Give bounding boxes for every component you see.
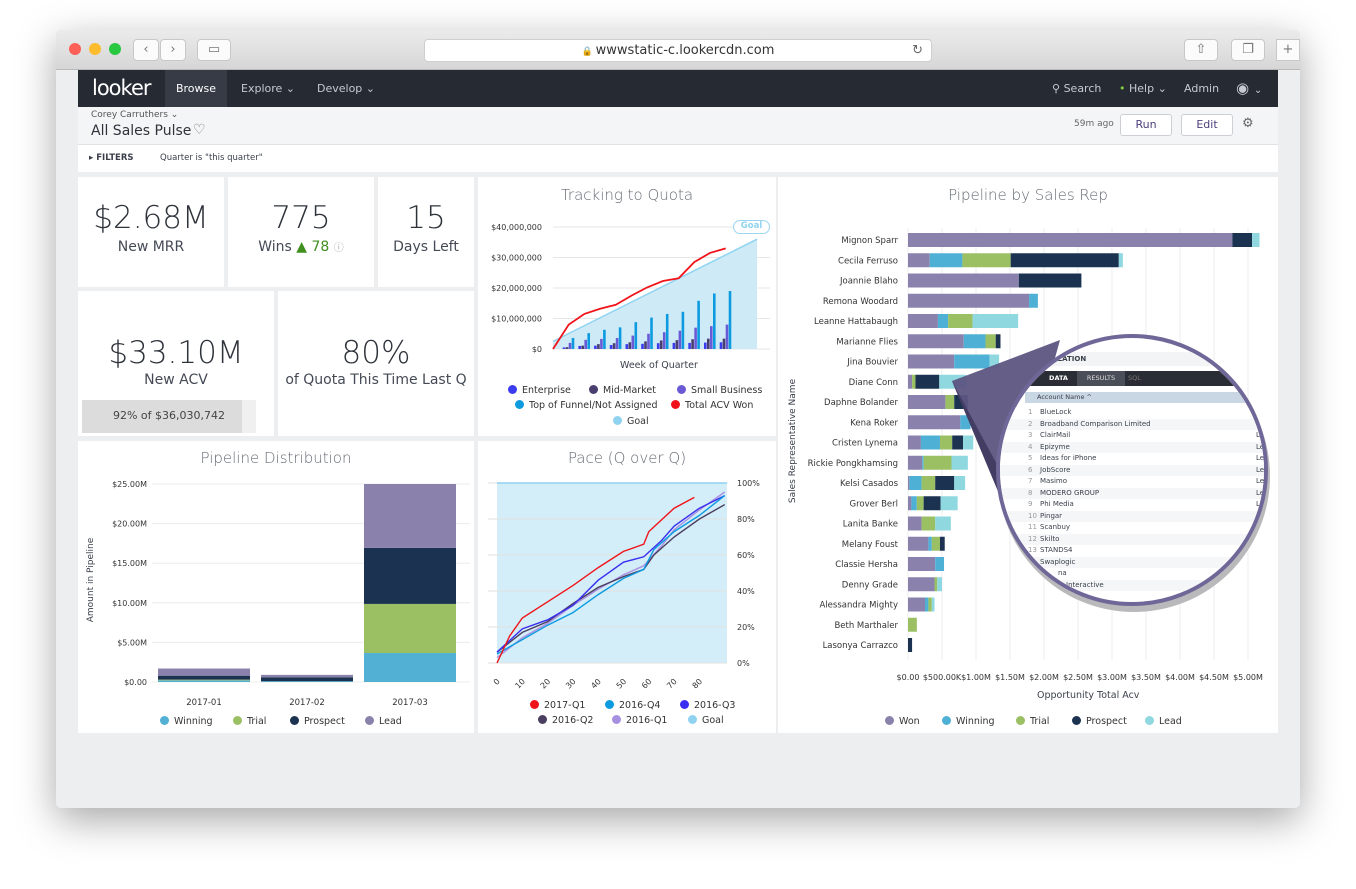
row-number: 9 — [1028, 500, 1033, 508]
table-row[interactable]: 10PingarLead — [1000, 510, 1264, 523]
account-name[interactable]: Scanbuy — [1040, 522, 1070, 534]
account-name[interactable]: na — [1058, 568, 1067, 580]
table-row[interactable]: 7 Masimo Lead — [1000, 476, 1268, 488]
table-row[interactable]: 11 Scanbuy — [1000, 522, 1264, 534]
row-number: 5 — [1028, 454, 1033, 462]
account-name[interactable]: ClairMail — [1040, 430, 1070, 442]
table-row[interactable]: 3ClairMailLead — [1000, 430, 1264, 442]
magnifier-lens: LIZATION DATA RESULTS SQL Account Name ^… — [996, 334, 1268, 606]
account-name[interactable]: Ideas for iPhone — [1040, 453, 1096, 465]
row-number: 2 — [1028, 419, 1033, 428]
section-header: LIZATION — [1000, 352, 1264, 366]
table-row[interactable]: 5 Ideas for iPhone Lead — [1000, 453, 1268, 465]
row-number: 7 — [1028, 477, 1033, 485]
table-row[interactable]: Swaplogic — [1000, 556, 1264, 569]
table-row[interactable]: 9Phi MediaLead — [1000, 499, 1264, 511]
tab-sql[interactable]: SQL — [1128, 371, 1141, 386]
table-row[interactable]: 4EpizymeLead — [1000, 441, 1264, 454]
table-row[interactable]: 13 STANDS4 — [1000, 545, 1264, 557]
account-name[interactable]: BlueLock — [1040, 407, 1071, 419]
account-name[interactable]: Skilto — [1040, 534, 1059, 546]
status-value: Lead — [1256, 465, 1268, 474]
row-number: 1 — [1028, 408, 1033, 416]
account-name[interactable]: JobScore — [1040, 465, 1070, 477]
status-value: Lead — [1256, 454, 1268, 462]
table-row[interactable]: 1 BlueLock — [1000, 407, 1264, 419]
status-value: Lead — [1256, 477, 1268, 485]
row-number: 11 — [1028, 523, 1037, 531]
row-number: 6 — [1028, 465, 1033, 474]
row-number: 4 — [1028, 442, 1033, 451]
data-tabs: DATA RESULTS SQL — [1000, 371, 1264, 386]
account-name[interactable]: Swaplogic — [1040, 557, 1075, 569]
row-number: 12 — [1028, 534, 1037, 543]
table-row[interactable]: 6 JobScore Lead — [1000, 464, 1268, 477]
account-name[interactable]: Broadband Comparison Limited — [1040, 419, 1151, 431]
table-row[interactable]: Interactive — [1000, 579, 1264, 592]
account-name[interactable]: Pingar — [1040, 511, 1062, 523]
row-number: 3 — [1028, 431, 1033, 439]
account-name[interactable]: Masimo — [1040, 476, 1067, 488]
table-row[interactable]: na — [1000, 568, 1264, 580]
account-name[interactable]: MODERO GROUP — [1040, 488, 1099, 500]
row-number: 10 — [1028, 511, 1037, 520]
account-name[interactable]: Phi Media — [1040, 499, 1074, 511]
account-name[interactable]: Interactive — [1066, 580, 1104, 592]
account-name[interactable]: Epizyme — [1040, 442, 1070, 454]
table-row[interactable]: 2 Broadband Comparison Limited — [1000, 418, 1264, 431]
row-number: 13 — [1028, 546, 1037, 554]
table-row[interactable]: 12 Skilto — [1000, 533, 1264, 546]
table-row[interactable]: 8MODERO GROUPLead — [1000, 487, 1264, 500]
tab-data[interactable]: DATA — [1040, 371, 1077, 386]
column-header-account-name[interactable]: Account Name ^ — [1025, 392, 1264, 403]
row-number: 8 — [1028, 488, 1033, 497]
account-name[interactable]: STANDS4 — [1040, 545, 1073, 557]
tab-results[interactable]: RESULTS — [1077, 371, 1125, 386]
